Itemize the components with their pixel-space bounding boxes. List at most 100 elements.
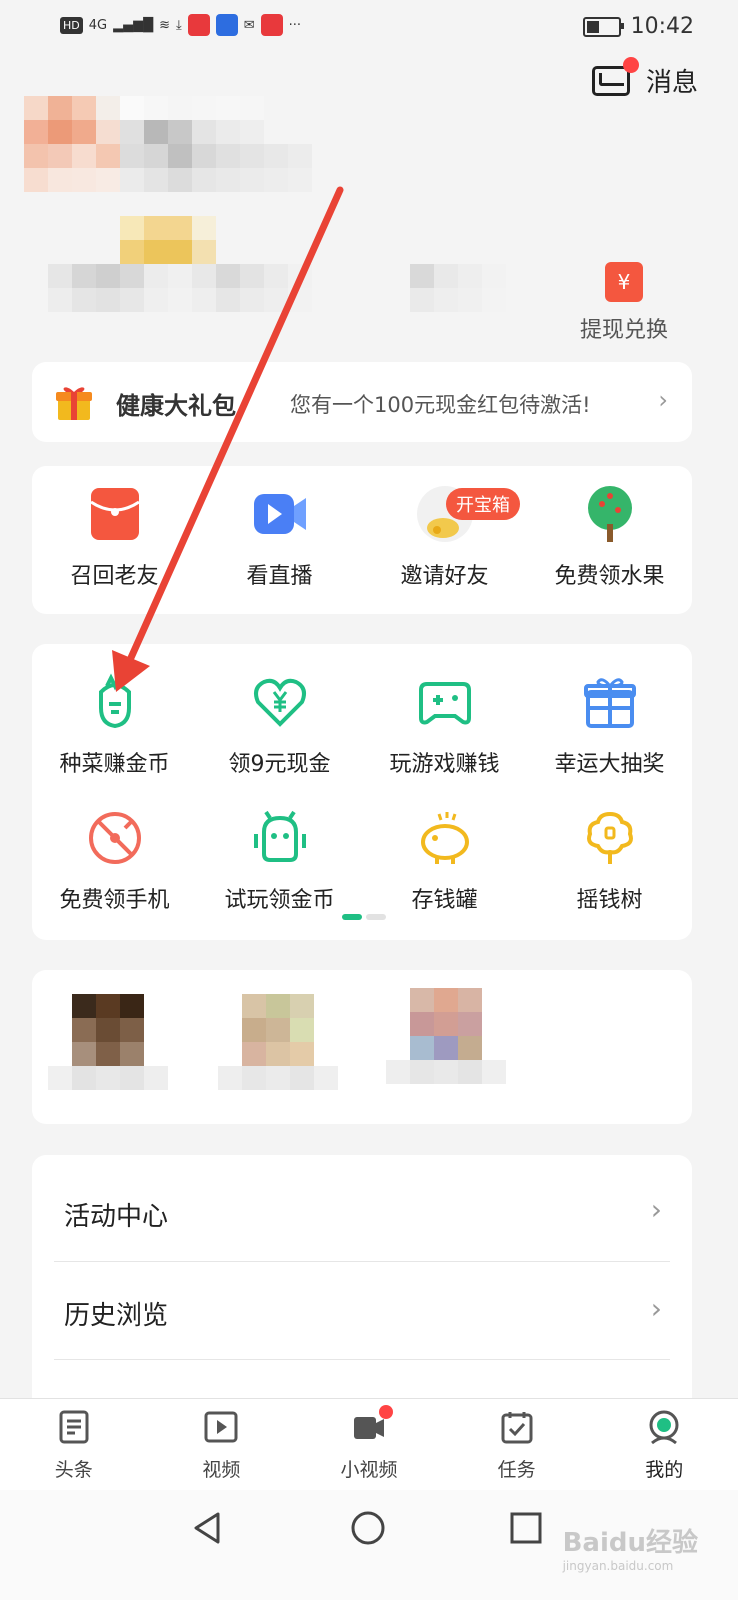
game-thumbnail-2[interactable] bbox=[218, 994, 338, 1090]
clock: 10:42 bbox=[630, 14, 694, 39]
earn-item-lottery[interactable]: 幸运大抽奖 bbox=[527, 672, 692, 778]
earn-item-trial[interactable]: 试玩领金币 bbox=[197, 808, 362, 914]
earn-item-label: 存钱罐 bbox=[411, 888, 478, 913]
earn-item-games[interactable]: 玩游戏赚钱 bbox=[362, 672, 527, 778]
watermark-text: Baidu经验 bbox=[562, 1528, 698, 1558]
nav-tab-short-video[interactable]: 小视频 bbox=[295, 1399, 443, 1491]
earn-item-label: 幸运大抽奖 bbox=[554, 752, 665, 777]
game-thumbnail-1[interactable] bbox=[48, 994, 168, 1090]
list-item-label: 历史浏览 bbox=[64, 1301, 169, 1331]
battery-icon bbox=[582, 16, 624, 37]
phone-target-icon bbox=[88, 812, 141, 864]
network-label: 4G bbox=[88, 17, 108, 33]
earn-item-label: 免费领手机 bbox=[59, 888, 170, 913]
money-tree-icon bbox=[586, 811, 633, 864]
nav-label: 视频 bbox=[202, 1459, 241, 1481]
earn-item-label: 摇钱树 bbox=[576, 888, 643, 913]
withdraw-label: 提现兑换 bbox=[579, 318, 668, 343]
withdraw-button[interactable]: ¥ 提现兑换 bbox=[574, 262, 674, 344]
android-robot-icon bbox=[253, 810, 306, 862]
wechat-icon: ✉ bbox=[243, 17, 255, 33]
wifi-icon: ≋ bbox=[159, 17, 171, 33]
watermark-sub: jingyan.baidu.com bbox=[562, 1559, 674, 1573]
profile-icon bbox=[649, 1410, 679, 1445]
video-play-icon bbox=[204, 1411, 238, 1443]
list-item-label: 活动中心 bbox=[64, 1202, 169, 1232]
blurred-stats bbox=[48, 264, 336, 312]
status-icons: HD 4G ▂▄▆█ ≋ ⤓ ✉ ··· bbox=[60, 14, 301, 36]
vegetable-icon bbox=[98, 673, 131, 729]
nav-label: 头条 bbox=[54, 1459, 93, 1481]
chevron-right-icon: › bbox=[658, 386, 668, 414]
nav-label: 我的 bbox=[645, 1459, 684, 1481]
nav-label: 任务 bbox=[497, 1459, 536, 1481]
page-dot-active bbox=[342, 914, 362, 920]
red-envelope-icon bbox=[89, 488, 140, 540]
nav-tab-video[interactable]: 视频 bbox=[148, 1399, 296, 1491]
notification-dot bbox=[378, 1405, 393, 1419]
app-notification-icon bbox=[187, 14, 210, 36]
video-camera-icon bbox=[253, 494, 306, 534]
home-icon[interactable] bbox=[350, 1510, 386, 1546]
divider bbox=[54, 1359, 670, 1360]
nav-label: 小视频 bbox=[340, 1459, 398, 1481]
earn-item-plant[interactable]: 种菜赚金币 bbox=[32, 672, 197, 778]
quick-item-label: 看直播 bbox=[246, 564, 313, 589]
chevron-right-icon: › bbox=[650, 1193, 662, 1226]
more-icon: ··· bbox=[288, 17, 302, 33]
nav-tab-mine[interactable]: 我的 bbox=[590, 1399, 738, 1491]
quick-item-live[interactable]: 看直播 bbox=[197, 484, 362, 590]
nav-tab-tasks[interactable]: 任务 bbox=[443, 1399, 591, 1491]
hd-icon: HD bbox=[60, 16, 83, 34]
list-item-activity-center[interactable]: 活动中心 › bbox=[32, 1163, 692, 1261]
bottom-nav: 头条 视频 小视频 任务 我的 bbox=[0, 1398, 738, 1491]
blurred-level-badge bbox=[120, 216, 216, 264]
game-thumbnail-3[interactable] bbox=[386, 988, 506, 1084]
blurred-stats-2 bbox=[410, 264, 506, 312]
earn-item-label: 玩游戏赚钱 bbox=[389, 752, 500, 777]
signal-icon: ▂▄▆█ bbox=[113, 17, 154, 33]
calendar-task-icon bbox=[501, 1412, 533, 1444]
quick-item-label: 免费领水果 bbox=[554, 564, 665, 589]
news-icon bbox=[59, 1410, 89, 1444]
earn-item-label: 试玩领金币 bbox=[224, 888, 335, 913]
messages-button[interactable]: 消息 bbox=[591, 56, 698, 99]
earn-item-piggy[interactable]: 存钱罐 bbox=[362, 808, 527, 914]
mail-icon bbox=[591, 56, 639, 96]
heart-yen-icon bbox=[253, 678, 306, 727]
chevron-right-icon: › bbox=[650, 1292, 662, 1325]
bulb-notification-icon bbox=[215, 14, 238, 36]
treasure-box-badge: 开宝箱 bbox=[446, 488, 520, 520]
huawei-notification-icon bbox=[260, 14, 283, 36]
fruit-tree-icon bbox=[587, 486, 632, 542]
earn-item-phone[interactable]: 免费领手机 bbox=[32, 808, 197, 914]
status-bar: HD 4G ▂▄▆█ ≋ ⤓ ✉ ··· 10:42 bbox=[0, 0, 738, 56]
earn-item-money-tree[interactable]: 摇钱树 bbox=[527, 808, 692, 914]
gift-banner[interactable]: 健康大礼包 您有一个100元现金红包待激活! › bbox=[32, 362, 692, 442]
page-dot bbox=[366, 914, 386, 920]
unread-dot bbox=[622, 56, 639, 73]
recents-icon[interactable] bbox=[508, 1510, 544, 1546]
page-indicator bbox=[342, 914, 386, 920]
gamepad-icon bbox=[418, 682, 471, 725]
list-item-history[interactable]: 历史浏览 › bbox=[32, 1262, 692, 1360]
menu-list: 活动中心 › 历史浏览 › bbox=[32, 1155, 692, 1415]
blurred-username bbox=[24, 96, 336, 192]
earn-item-label: 种菜赚金币 bbox=[59, 752, 170, 777]
quick-item-label: 邀请好友 bbox=[400, 564, 489, 589]
quick-item-label: 召回老友 bbox=[70, 564, 159, 589]
gift-icon bbox=[56, 387, 92, 420]
earn-item-cash[interactable]: 领9元现金 bbox=[197, 672, 362, 778]
red-envelope-icon: ¥ bbox=[605, 262, 643, 302]
games-card bbox=[32, 970, 692, 1124]
download-icon: ⤓ bbox=[176, 17, 182, 33]
messages-label: 消息 bbox=[645, 68, 698, 98]
earn-item-label: 领9元现金 bbox=[228, 752, 331, 777]
back-icon[interactable] bbox=[190, 1510, 226, 1546]
quick-actions-card: 召回老友 看直播 邀请好友 免费领水果 bbox=[32, 466, 692, 614]
earn-grid-card: 种菜赚金币 领9元现金 玩游戏赚钱 幸运大抽奖 免费领手机 试玩领金币 存钱罐 … bbox=[32, 644, 692, 940]
quick-item-fruit[interactable]: 免费领水果 bbox=[527, 484, 692, 590]
quick-item-recall-friends[interactable]: 召回老友 bbox=[32, 484, 197, 590]
nav-tab-headlines[interactable]: 头条 bbox=[0, 1399, 148, 1491]
piggy-bank-icon bbox=[420, 812, 469, 864]
